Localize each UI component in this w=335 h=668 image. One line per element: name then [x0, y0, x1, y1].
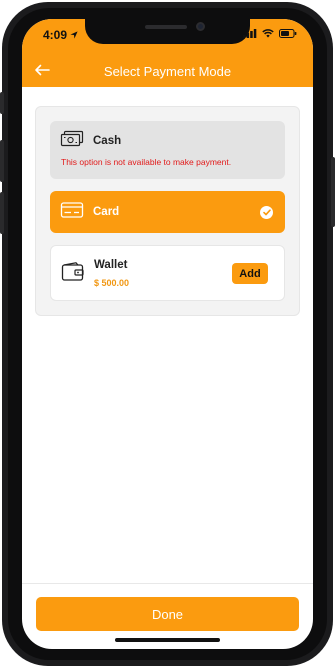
card-icon	[60, 202, 84, 218]
location-arrow-icon	[70, 31, 78, 39]
power-button	[331, 157, 335, 227]
wallet-icon	[61, 262, 84, 281]
wifi-icon	[262, 29, 274, 38]
payment-options-panel: Cash This option is not available to mak…	[35, 106, 300, 316]
notch	[85, 19, 250, 44]
signal-icon	[243, 29, 257, 38]
done-button[interactable]: Done	[36, 597, 299, 631]
status-time: 4:09	[43, 28, 78, 42]
app-bar: 4:09 Select Payment Mode	[22, 19, 313, 87]
mute-switch	[0, 92, 4, 114]
wallet-balance: $ 500.00	[94, 278, 130, 288]
speaker	[145, 25, 187, 29]
footer-divider	[22, 583, 313, 584]
selected-check	[260, 206, 273, 219]
battery-icon	[279, 29, 297, 38]
status-icons	[243, 29, 297, 38]
status-time-text: 4:09	[43, 28, 68, 42]
wallet-option[interactable]: Wallet $ 500.00 Add	[50, 245, 285, 301]
add-money-button[interactable]: Add	[232, 263, 268, 284]
volume-down-button	[0, 192, 4, 234]
page-title: Select Payment Mode	[103, 64, 232, 79]
home-indicator	[115, 638, 220, 642]
card-option[interactable]: Card	[50, 191, 285, 233]
cash-option[interactable]: Cash This option is not available to mak…	[50, 121, 285, 179]
app-screen: 4:09 Select Payment Mode Cash This optio…	[22, 19, 313, 649]
check-icon	[262, 209, 271, 216]
card-label: Card	[93, 206, 120, 218]
wallet-label: Wallet	[94, 259, 128, 271]
front-camera	[196, 22, 205, 31]
cash-icon	[60, 130, 84, 147]
cash-unavailable-message: This option is not available to make pay…	[61, 157, 232, 167]
volume-up-button	[0, 140, 4, 182]
cash-label: Cash	[93, 135, 122, 147]
